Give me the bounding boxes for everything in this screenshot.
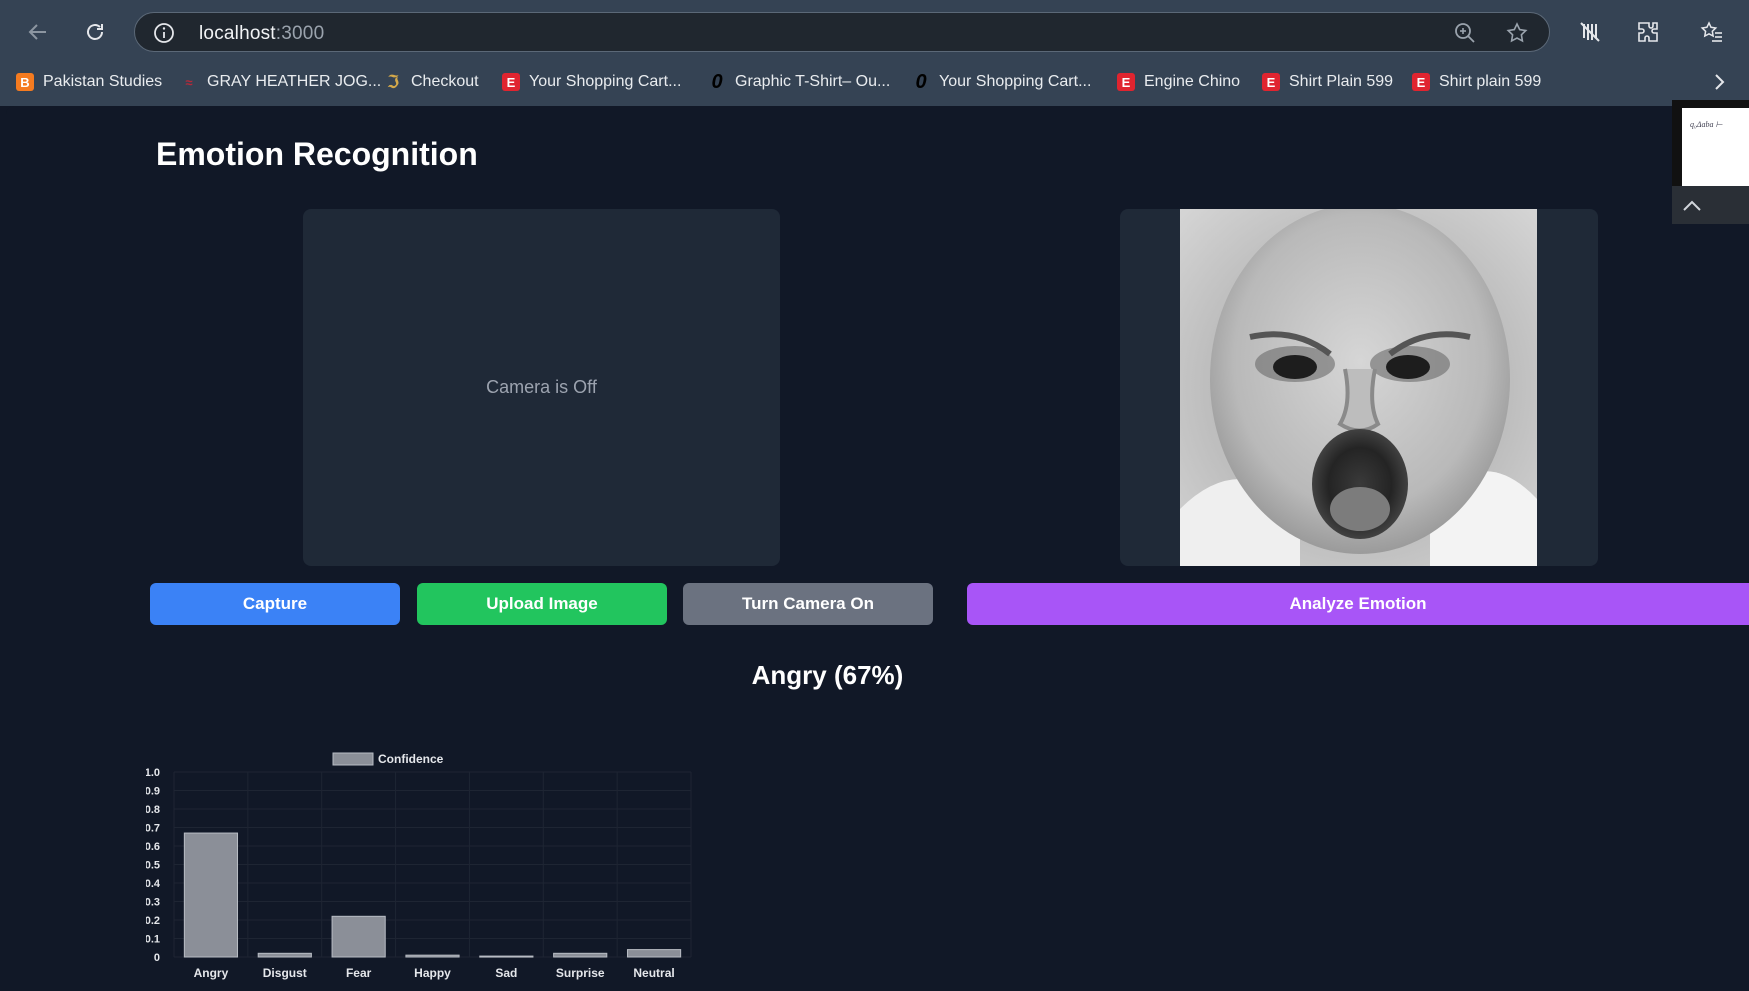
bookmark-item[interactable]: B Pakistan Studies [16, 70, 162, 94]
o-brand-icon: 0 [915, 70, 927, 93]
site-info-icon[interactable] [153, 22, 175, 49]
x-tick-label: Fear [346, 966, 372, 980]
y-tick-label: 0.5 [146, 860, 160, 872]
brand-swoosh-icon: ≈ [185, 74, 193, 90]
bar-happy [405, 954, 460, 958]
bookmark-item[interactable]: E Your Shopping Cart... [502, 70, 681, 94]
y-tick-label: 0 [154, 952, 160, 964]
capture-button[interactable]: Capture [150, 583, 400, 625]
bar-angry [183, 832, 239, 958]
bookmark-item[interactable]: 0 Graphic T-Shirt– Ou... [708, 70, 890, 94]
bookmark-item[interactable]: E Shirt plain 599 [1412, 70, 1541, 94]
reload-icon[interactable] [81, 18, 109, 46]
e-store-icon: E [1412, 73, 1430, 91]
bookmarks-bar: B Pakistan Studies ≈ GRAY HEATHER JOG...… [0, 64, 1749, 100]
chevron-right-icon[interactable] [1709, 70, 1729, 99]
bookmark-label: GRAY HEATHER JOG... [207, 73, 382, 90]
x-tick-label: Sad [495, 966, 517, 980]
bookmark-label: Shirt Plain 599 [1289, 73, 1394, 90]
toolbar: localhost:3000 [0, 0, 1749, 64]
x-tick-label: Angry [194, 966, 229, 980]
bookmark-label: Your Shopping Cart... [529, 73, 682, 90]
preview-thumbnail: q₀Δaba ⊢ [1682, 108, 1749, 186]
app-page: Emotion Recognition Camera is Off Captur… [6, 106, 1749, 991]
emotion-result: Angry (67%) [751, 660, 904, 690]
x-tick-label: Happy [414, 966, 451, 980]
upload-image-button[interactable]: Upload Image [417, 583, 667, 625]
camera-status-text: Camera is Off [486, 377, 597, 397]
x-tick-label: Neutral [633, 966, 674, 980]
uploaded-face-image [1180, 209, 1537, 566]
y-tick-label: 0.6 [146, 841, 160, 853]
y-tick-label: 0.9 [146, 786, 160, 798]
legend-swatch [332, 752, 374, 766]
favorites-icon[interactable] [1698, 18, 1726, 46]
bar-disgust [257, 952, 312, 958]
analyze-emotion-button[interactable]: Analyze Emotion [967, 583, 1749, 625]
url-host: localhost [199, 23, 276, 44]
bookmark-label: Checkout [411, 73, 479, 90]
bookmark-item[interactable]: E Shirt Plain 599 [1262, 70, 1393, 94]
uploaded-image-panel [1120, 209, 1598, 566]
e-store-icon: E [1117, 73, 1135, 91]
bookmark-label: Shirt plain 599 [1439, 73, 1542, 90]
legend-label: Confidence [378, 752, 444, 766]
bookmark-label: Graphic T-Shirt– Ou... [735, 73, 891, 90]
y-tick-label: 0.2 [146, 915, 160, 927]
bar-sad [479, 955, 534, 958]
blogger-icon: B [16, 73, 34, 91]
bar-fear [331, 915, 386, 958]
floating-preview-window[interactable]: q₀Δaba ⊢ [1672, 100, 1749, 224]
page-title: Emotion Recognition [156, 136, 478, 172]
y-tick-label: 0.1 [146, 934, 160, 946]
y-tick-label: 1.0 [146, 767, 160, 779]
x-tick-label: Disgust [263, 966, 307, 980]
bookmark-label: Engine Chino [1144, 73, 1241, 90]
camera-preview: Camera is Off [303, 209, 780, 566]
bar-neutral [626, 949, 682, 958]
url-text[interactable]: localhost:3000 [199, 23, 324, 45]
url-port: :3000 [275, 23, 325, 44]
bookmark-label: Your Shopping Cart... [939, 73, 1092, 90]
turn-camera-on-button[interactable]: Turn Camera On [683, 583, 933, 625]
bar-surprise [553, 952, 608, 958]
chevron-up-icon[interactable] [1672, 186, 1749, 224]
browser-chrome: localhost:3000 B Pakistan Studies ≈ GRAY… [0, 0, 1749, 106]
zoom-icon[interactable] [1453, 21, 1477, 50]
bookmark-item[interactable]: ℑ Checkout [384, 70, 479, 94]
bookmark-item[interactable]: 0 Your Shopping Cart... [912, 70, 1091, 94]
address-bar[interactable]: localhost:3000 [134, 12, 1550, 52]
bookmark-label: Pakistan Studies [43, 73, 163, 90]
o-brand-icon: 0 [711, 70, 723, 93]
confidence-bar-chart: 0 0.1 0.2 0.3 0.4 0.5 0.6 0.7 0.8 0.9 1.0 Angry Disg… [146, 752, 692, 980]
back-icon[interactable] [24, 18, 52, 46]
x-tick-label: Surprise [556, 966, 605, 980]
extensions-icon[interactable] [1634, 18, 1662, 46]
bookmark-star-icon[interactable] [1505, 21, 1529, 50]
y-tick-label: 0.4 [146, 878, 161, 890]
y-tick-label: 0.7 [146, 823, 160, 835]
tracking-prevention-icon[interactable] [1576, 18, 1604, 46]
e-store-icon: E [1262, 73, 1280, 91]
e-store-icon: E [502, 73, 520, 91]
j-brand-icon: ℑ [386, 71, 400, 92]
bookmark-item[interactable]: ≈ GRAY HEATHER JOG... [180, 70, 381, 94]
y-tick-label: 0.8 [146, 804, 160, 816]
y-tick-label: 0.3 [146, 897, 160, 909]
bookmark-item[interactable]: E Engine Chino [1117, 70, 1240, 94]
